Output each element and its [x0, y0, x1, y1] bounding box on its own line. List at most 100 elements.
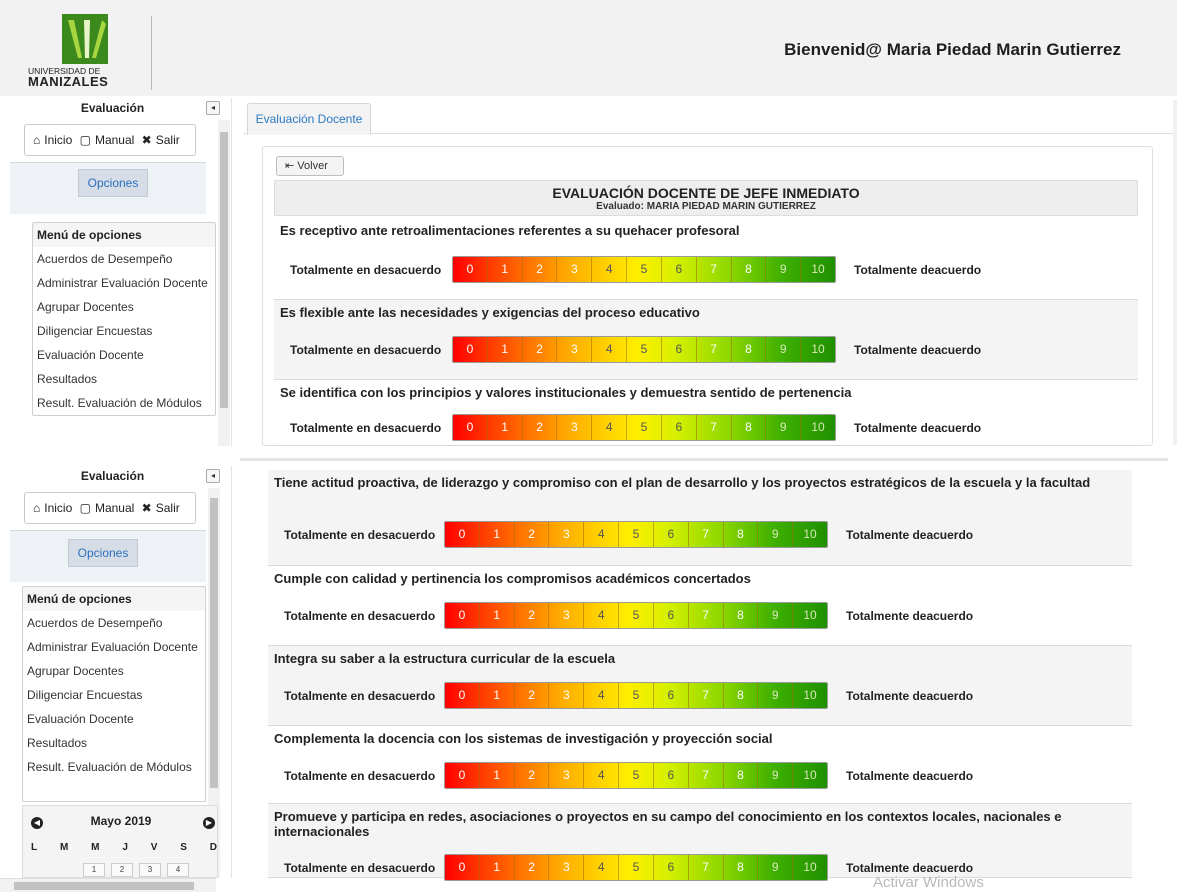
rating-option-3[interactable]: 3	[549, 522, 585, 547]
rating-option-4[interactable]: 4	[592, 337, 628, 362]
rating-option-6[interactable]: 6	[654, 855, 689, 880]
menu-item-administrar[interactable]: Administrar Evaluación Docente	[33, 271, 215, 295]
rating-option-8[interactable]: 8	[724, 763, 759, 788]
rating-option-4[interactable]: 4	[592, 257, 628, 282]
rating-option-10[interactable]: 10	[801, 257, 835, 282]
rating-option-9[interactable]: 9	[758, 763, 794, 788]
rating-option-2[interactable]: 2	[523, 337, 558, 362]
rating-option-9[interactable]: 9	[766, 415, 802, 440]
rating-option-10[interactable]: 10	[793, 683, 827, 708]
rating-option-9[interactable]: 9	[758, 522, 794, 547]
rating-option-8[interactable]: 8	[732, 337, 767, 362]
rating-option-5[interactable]: 5	[619, 763, 654, 788]
options-button-2[interactable]: Opciones	[68, 539, 138, 567]
rating-option-6[interactable]: 6	[654, 683, 689, 708]
rating-option-9[interactable]: 9	[758, 683, 794, 708]
rating-option-1[interactable]: 1	[488, 257, 523, 282]
menu-item-resultados-2[interactable]: Resultados	[23, 731, 205, 755]
rating-option-7[interactable]: 7	[689, 763, 724, 788]
rating-option-2[interactable]: 2	[515, 763, 550, 788]
rating-option-7[interactable]: 7	[689, 855, 724, 880]
rating-option-1[interactable]: 1	[480, 763, 515, 788]
rating-option-5[interactable]: 5	[619, 683, 654, 708]
rating-option-1[interactable]: 1	[480, 603, 515, 628]
rating-option-0[interactable]: 0	[445, 855, 480, 880]
rating-option-2[interactable]: 2	[515, 603, 550, 628]
university-logo[interactable]: UNIVERSIDAD DE MANIZALES	[28, 14, 128, 90]
rating-option-7[interactable]: 7	[689, 522, 724, 547]
rating-option-7[interactable]: 7	[697, 257, 732, 282]
rating-option-0[interactable]: 0	[445, 522, 480, 547]
rating-option-0[interactable]: 0	[445, 603, 480, 628]
rating-option-3[interactable]: 3	[557, 415, 593, 440]
rating-option-4[interactable]: 4	[584, 763, 620, 788]
rating-option-0[interactable]: 0	[445, 763, 480, 788]
rating-option-4[interactable]: 4	[584, 855, 620, 880]
rating-option-6[interactable]: 6	[662, 415, 697, 440]
rating-option-6[interactable]: 6	[662, 337, 697, 362]
rating-option-1[interactable]: 1	[488, 337, 523, 362]
rating-option-4[interactable]: 4	[584, 522, 620, 547]
rating-option-4[interactable]: 4	[592, 415, 628, 440]
rating-option-1[interactable]: 1	[488, 415, 523, 440]
rating-option-0[interactable]: 0	[453, 337, 488, 362]
rating-option-7[interactable]: 7	[689, 683, 724, 708]
rating-option-3[interactable]: 3	[557, 257, 593, 282]
rating-option-9[interactable]: 9	[766, 337, 802, 362]
rating-option-0[interactable]: 0	[453, 415, 488, 440]
rating-option-3[interactable]: 3	[557, 337, 593, 362]
rating-option-6[interactable]: 6	[654, 522, 689, 547]
rating-option-2[interactable]: 2	[515, 683, 550, 708]
rating-option-7[interactable]: 7	[689, 603, 724, 628]
rating-option-4[interactable]: 4	[584, 683, 620, 708]
rating-option-3[interactable]: 3	[549, 683, 585, 708]
rating-option-3[interactable]: 3	[549, 855, 585, 880]
rating-option-3[interactable]: 3	[549, 763, 585, 788]
rating-option-6[interactable]: 6	[654, 603, 689, 628]
rating-option-8[interactable]: 8	[724, 683, 759, 708]
calendar-day[interactable]: 4	[167, 863, 189, 877]
rating-option-2[interactable]: 2	[523, 257, 558, 282]
rating-option-7[interactable]: 7	[697, 337, 732, 362]
horizontal-scroll-thumb[interactable]	[14, 882, 194, 890]
rating-option-8[interactable]: 8	[732, 257, 767, 282]
exit-link-2[interactable]: Salir	[156, 501, 180, 515]
rating-option-6[interactable]: 6	[662, 257, 697, 282]
sidebar-scroll-thumb-2[interactable]	[210, 498, 218, 788]
menu-item-evaluacion[interactable]: Evaluación Docente	[33, 343, 215, 367]
rating-option-8[interactable]: 8	[724, 855, 759, 880]
rating-option-10[interactable]: 10	[793, 603, 827, 628]
rating-option-9[interactable]: 9	[766, 257, 802, 282]
manual-link-2[interactable]: Manual	[95, 501, 134, 515]
rating-option-0[interactable]: 0	[453, 257, 488, 282]
sidebar-scrollbar[interactable]	[218, 120, 230, 446]
exit-link[interactable]: Salir	[156, 133, 180, 147]
rating-option-9[interactable]: 9	[758, 603, 794, 628]
menu-item-acuerdos-2[interactable]: Acuerdos de Desempeño	[23, 611, 205, 635]
horizontal-scrollbar[interactable]	[0, 878, 216, 892]
main-scrollbar[interactable]	[1173, 100, 1177, 445]
rating-option-3[interactable]: 3	[549, 603, 585, 628]
rating-option-2[interactable]: 2	[523, 415, 558, 440]
rating-option-1[interactable]: 1	[480, 683, 515, 708]
rating-option-10[interactable]: 10	[793, 855, 827, 880]
rating-option-2[interactable]: 2	[515, 522, 550, 547]
rating-option-1[interactable]: 1	[480, 855, 515, 880]
back-button[interactable]: ⇤ Volver	[276, 156, 344, 176]
rating-option-8[interactable]: 8	[724, 603, 759, 628]
menu-item-resultados[interactable]: Resultados	[33, 367, 215, 391]
rating-option-5[interactable]: 5	[627, 415, 662, 440]
rating-option-10[interactable]: 10	[793, 522, 827, 547]
home-link[interactable]: Inicio	[44, 133, 72, 147]
rating-option-10[interactable]: 10	[801, 337, 835, 362]
rating-option-5[interactable]: 5	[627, 257, 662, 282]
rating-option-6[interactable]: 6	[654, 763, 689, 788]
menu-item-modulos[interactable]: Result. Evaluación de Módulos	[33, 391, 215, 415]
manual-link[interactable]: Manual	[95, 133, 134, 147]
calendar-day[interactable]: 1	[83, 863, 105, 877]
menu-item-evaluacion-2[interactable]: Evaluación Docente	[23, 707, 205, 731]
menu-item-agrupar-2[interactable]: Agrupar Docentes	[23, 659, 205, 683]
rating-option-1[interactable]: 1	[480, 522, 515, 547]
menu-item-diligenciar-2[interactable]: Diligenciar Encuestas	[23, 683, 205, 707]
rating-option-2[interactable]: 2	[515, 855, 550, 880]
